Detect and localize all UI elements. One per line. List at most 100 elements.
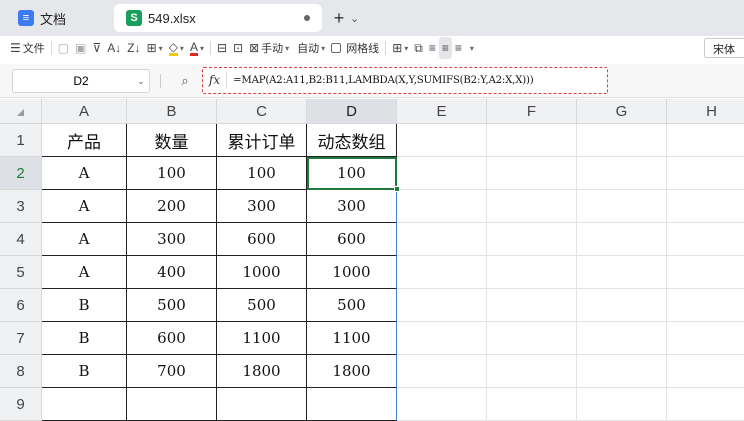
chevron-down-icon[interactable]: ⌄ bbox=[133, 76, 149, 87]
row-header-9[interactable]: 9 bbox=[0, 388, 42, 421]
cell-d9[interactable] bbox=[307, 388, 397, 421]
cell-g7[interactable] bbox=[577, 322, 667, 355]
cell-c8[interactable]: 1800 bbox=[217, 355, 307, 388]
merge-button[interactable]: ⊟ bbox=[214, 37, 230, 59]
menu-button[interactable]: ☰ 文件 bbox=[0, 37, 48, 59]
column-header-f[interactable]: F bbox=[487, 99, 577, 124]
font-color-button[interactable]: A ▾ bbox=[187, 37, 207, 59]
cell-style-button[interactable]: ⧉ bbox=[411, 37, 426, 59]
formula-input[interactable]: fx =MAP(A2:A11,B2:B11,LAMBDA(X,Y,SUMIFS(… bbox=[202, 67, 608, 94]
new-tab-button[interactable]: + bbox=[330, 6, 348, 30]
cell-e7[interactable] bbox=[397, 322, 487, 355]
select-all-button[interactable] bbox=[0, 99, 42, 124]
cell-e1[interactable] bbox=[397, 124, 487, 157]
cell-e4[interactable] bbox=[397, 223, 487, 256]
formula-text[interactable]: =MAP(A2:A11,B2:B11,LAMBDA(X,Y,SUMIFS(B2:… bbox=[227, 75, 534, 86]
row-header-5[interactable]: 5 bbox=[0, 256, 42, 289]
fx-icon[interactable]: fx bbox=[203, 72, 227, 89]
column-header-c[interactable]: C bbox=[217, 99, 307, 124]
sort-descending-button[interactable]: Z↓ bbox=[124, 37, 143, 59]
cell-f1[interactable] bbox=[487, 124, 577, 157]
row-header-6[interactable]: 6 bbox=[0, 289, 42, 322]
cell-a6[interactable]: B bbox=[42, 289, 127, 322]
cell-f3[interactable] bbox=[487, 190, 577, 223]
cell-h5[interactable] bbox=[667, 256, 744, 289]
cell-f8[interactable] bbox=[487, 355, 577, 388]
cell-b9[interactable] bbox=[127, 388, 217, 421]
cell-e8[interactable] bbox=[397, 355, 487, 388]
cell-a4[interactable]: A bbox=[42, 223, 127, 256]
more-button[interactable]: ▾ bbox=[465, 37, 477, 59]
cell-g2[interactable] bbox=[577, 157, 667, 190]
cell-g3[interactable] bbox=[577, 190, 667, 223]
cell-d2[interactable]: 100 bbox=[307, 157, 397, 190]
header-cell-a[interactable]: 产品 bbox=[42, 124, 127, 157]
cell-g4[interactable] bbox=[577, 223, 667, 256]
tab-docs[interactable]: ≡ 文档 bbox=[6, 4, 110, 32]
row-header-4[interactable]: 4 bbox=[0, 223, 42, 256]
row-header-7[interactable]: 7 bbox=[0, 322, 42, 355]
cell-h4[interactable] bbox=[667, 223, 744, 256]
cell-f6[interactable] bbox=[487, 289, 577, 322]
cell-d4[interactable]: 600 bbox=[307, 223, 397, 256]
cell-e2[interactable] bbox=[397, 157, 487, 190]
header-cell-c[interactable]: 累计订单 bbox=[217, 124, 307, 157]
wrap-button[interactable]: ⊠ 手动 ▾ bbox=[246, 37, 292, 59]
cell-b7[interactable]: 600 bbox=[127, 322, 217, 355]
search-icon[interactable]: ⌕ bbox=[177, 73, 193, 89]
cell-c2[interactable]: 100 bbox=[217, 157, 307, 190]
align-left-button[interactable]: ≡ bbox=[426, 37, 439, 59]
cell-h2[interactable] bbox=[667, 157, 744, 190]
font-name-select[interactable]: 宋体 bbox=[704, 38, 744, 58]
unsaved-dot-icon[interactable] bbox=[304, 15, 310, 21]
format-painter-button[interactable]: ▣ bbox=[72, 37, 89, 59]
cell-h6[interactable] bbox=[667, 289, 744, 322]
paste-button[interactable]: ▢ bbox=[55, 37, 72, 59]
fill-color-button[interactable]: ◇ ▾ bbox=[166, 37, 187, 59]
cell-f4[interactable] bbox=[487, 223, 577, 256]
column-header-e[interactable]: E bbox=[397, 99, 487, 124]
cell-e6[interactable] bbox=[397, 289, 487, 322]
cell-a7[interactable]: B bbox=[42, 322, 127, 355]
column-header-d[interactable]: D bbox=[307, 99, 397, 124]
cell-c4[interactable]: 600 bbox=[217, 223, 307, 256]
cell-d3[interactable]: 300 bbox=[307, 190, 397, 223]
align-center-button[interactable]: ≡ bbox=[438, 37, 452, 59]
cell-b8[interactable]: 700 bbox=[127, 355, 217, 388]
cell-c7[interactable]: 1100 bbox=[217, 322, 307, 355]
cell-h8[interactable] bbox=[667, 355, 744, 388]
cell-b2[interactable]: 100 bbox=[127, 157, 217, 190]
cell-a9[interactable] bbox=[42, 388, 127, 421]
align-right-button[interactable]: ≡ bbox=[452, 37, 465, 59]
insert-image-button[interactable]: ⊡ bbox=[230, 37, 246, 59]
cell-a2[interactable]: A bbox=[42, 157, 127, 190]
column-header-h[interactable]: H bbox=[667, 99, 744, 124]
table-style-button[interactable]: ⊞ ▾ bbox=[389, 37, 411, 59]
filter-button[interactable]: ⊽ bbox=[89, 37, 104, 59]
cell-b4[interactable]: 300 bbox=[127, 223, 217, 256]
cell-f5[interactable] bbox=[487, 256, 577, 289]
cell-e9[interactable] bbox=[397, 388, 487, 421]
cell-b3[interactable]: 200 bbox=[127, 190, 217, 223]
column-header-g[interactable]: G bbox=[577, 99, 667, 124]
row-header-1[interactable]: 1 bbox=[0, 124, 42, 157]
cell-b6[interactable]: 500 bbox=[127, 289, 217, 322]
tab-file[interactable]: S 549.xlsx bbox=[114, 4, 322, 32]
cell-g5[interactable] bbox=[577, 256, 667, 289]
name-box[interactable]: D2 ⌄ bbox=[12, 69, 150, 93]
cell-b5[interactable]: 400 bbox=[127, 256, 217, 289]
cell-d7[interactable]: 1100 bbox=[307, 322, 397, 355]
sort-ascending-button[interactable]: A↓ bbox=[104, 37, 124, 59]
cell-c9[interactable] bbox=[217, 388, 307, 421]
cell-h9[interactable] bbox=[667, 388, 744, 421]
auto-button[interactable]: 自动 ▾ bbox=[292, 37, 328, 59]
border-button[interactable]: ⊞ ▾ bbox=[144, 37, 166, 59]
gridline-checkbox[interactable] bbox=[331, 43, 342, 53]
row-header-8[interactable]: 8 bbox=[0, 355, 42, 388]
cell-f2[interactable] bbox=[487, 157, 577, 190]
cell-e3[interactable] bbox=[397, 190, 487, 223]
cell-h3[interactable] bbox=[667, 190, 744, 223]
cell-f7[interactable] bbox=[487, 322, 577, 355]
cell-f9[interactable] bbox=[487, 388, 577, 421]
cell-g8[interactable] bbox=[577, 355, 667, 388]
